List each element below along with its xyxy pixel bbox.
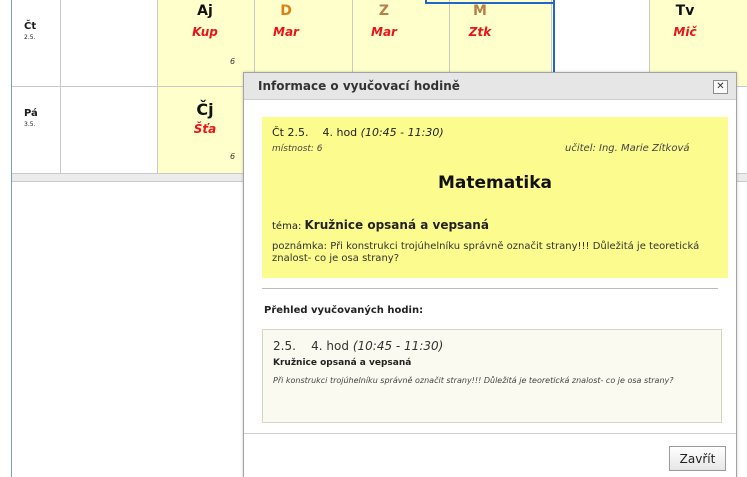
divider	[262, 288, 718, 289]
day-date-thursday: 2.5.	[24, 34, 36, 41]
lesson-detail-panel: Čt 2.5. 4. hod (10:45 - 11:30) místnost:…	[262, 117, 728, 278]
lesson-hour: 4. hod	[322, 126, 358, 139]
lesson-topic-line: téma: Kružnice opsaná a vepsaná	[272, 218, 489, 232]
teacher-tv: Mič	[673, 25, 697, 39]
subject-d: D	[280, 3, 292, 19]
lesson-topic-label: téma:	[272, 221, 302, 232]
lesson-note: poznámka: Při konstrukci trojúhelníku sp…	[272, 241, 700, 264]
overview-datetime: 2.5. 4. hod (10:45 - 11:30)	[273, 339, 443, 353]
teacher-aj: Kup	[192, 25, 218, 39]
teacher-m: Ztk	[468, 25, 492, 39]
lesson-topic: Kružnice opsaná a vepsaná	[304, 218, 489, 232]
subject-cj: Čj	[196, 100, 214, 119]
grid-line	[60, 0, 61, 173]
overview-date: 2.5.	[273, 339, 296, 353]
close-icon[interactable]: ✕	[713, 80, 728, 94]
close-button[interactable]: Zavřít	[669, 446, 726, 471]
subject-aj: Aj	[197, 3, 213, 19]
screen: Čt 2.5. Pá 3.5. Aj Kup 6 D Mar Z Mar M Z…	[0, 0, 747, 477]
overview-note: Při konstrukci trojúhelníku správně ozna…	[273, 376, 674, 385]
teacher-z: Mar	[371, 25, 397, 39]
subject-z: Z	[378, 3, 390, 19]
room-cj: 6	[230, 152, 236, 161]
footer-divider	[244, 433, 736, 434]
dialog-title-bar[interactable]: Informace o vyučovací hodině ✕	[244, 73, 736, 100]
day-label-thursday: Čt	[24, 21, 37, 32]
lesson-teacher: učitel: Ing. Marie Zítková	[565, 143, 690, 154]
overview-time: (10:45 - 11:30)	[352, 339, 444, 353]
left-border	[0, 0, 12, 477]
overview-item: 2.5. 4. hod (10:45 - 11:30) Kružnice ops…	[262, 329, 722, 423]
lesson-datetime: Čt 2.5. 4. hod (10:45 - 11:30)	[272, 126, 444, 139]
overview-title: Přehled vyučovaných hodin:	[264, 305, 424, 316]
teacher-d: Mar	[273, 25, 299, 39]
dialog-title: Informace o vyučovací hodině	[258, 79, 460, 93]
lesson-date: Čt 2.5.	[272, 126, 309, 139]
overview-hour: 4. hod	[311, 339, 349, 353]
teacher-cj: Šťa	[193, 122, 217, 136]
subject-m: M	[473, 3, 487, 19]
day-label-friday: Pá	[24, 108, 38, 119]
lesson-subject: Matematika	[438, 173, 552, 193]
day-date-friday: 3.5.	[24, 121, 36, 128]
subject-tv: Tv	[675, 3, 695, 19]
lesson-time: (10:45 - 11:30)	[360, 126, 444, 139]
lesson-room: místnost: 6	[272, 144, 323, 154]
overview-topic: Kružnice opsaná a vepsaná	[273, 358, 412, 368]
lesson-info-dialog: Informace o vyučovací hodině ✕ Čt 2.5. 4…	[243, 72, 737, 477]
annotation-arrow-line	[425, 0, 555, 4]
room-aj: 6	[230, 57, 236, 66]
